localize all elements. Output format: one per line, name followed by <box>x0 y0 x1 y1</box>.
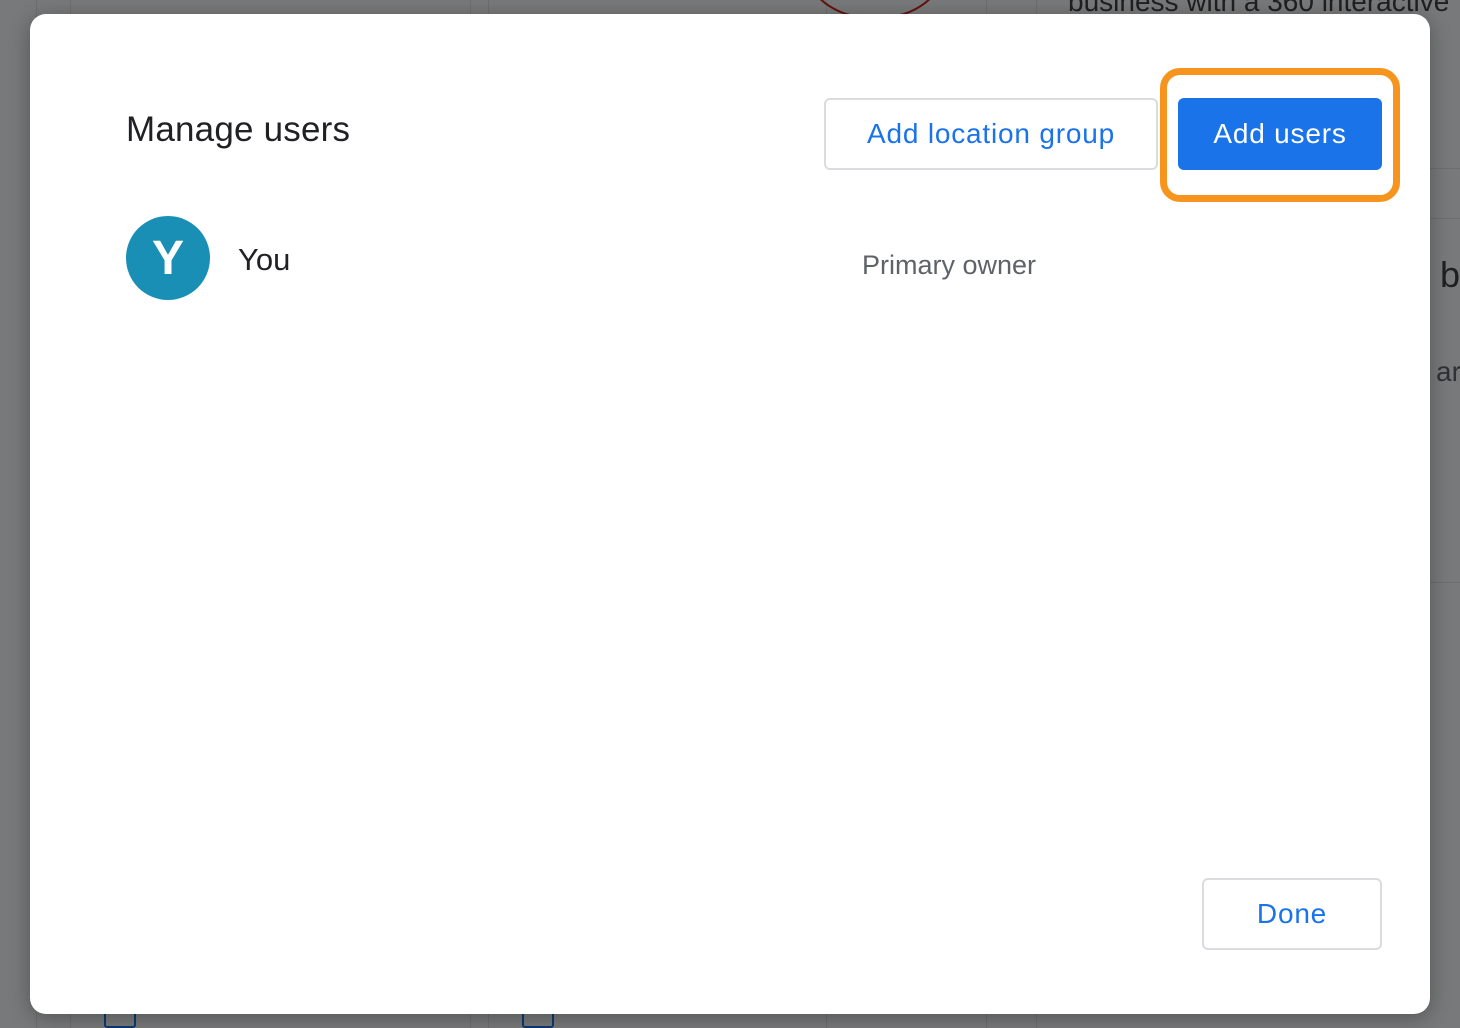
avatar: Y <box>126 216 210 300</box>
add-location-group-button[interactable]: Add location group <box>824 98 1158 170</box>
done-button[interactable]: Done <box>1202 878 1382 950</box>
dialog-title: Manage users <box>126 110 351 149</box>
user-role: Primary owner <box>862 250 1037 280</box>
add-users-highlight <box>1160 68 1400 202</box>
manage-users-dialog: Manage users Add location group Add user… <box>30 14 1430 1014</box>
user-name: You <box>238 242 291 277</box>
